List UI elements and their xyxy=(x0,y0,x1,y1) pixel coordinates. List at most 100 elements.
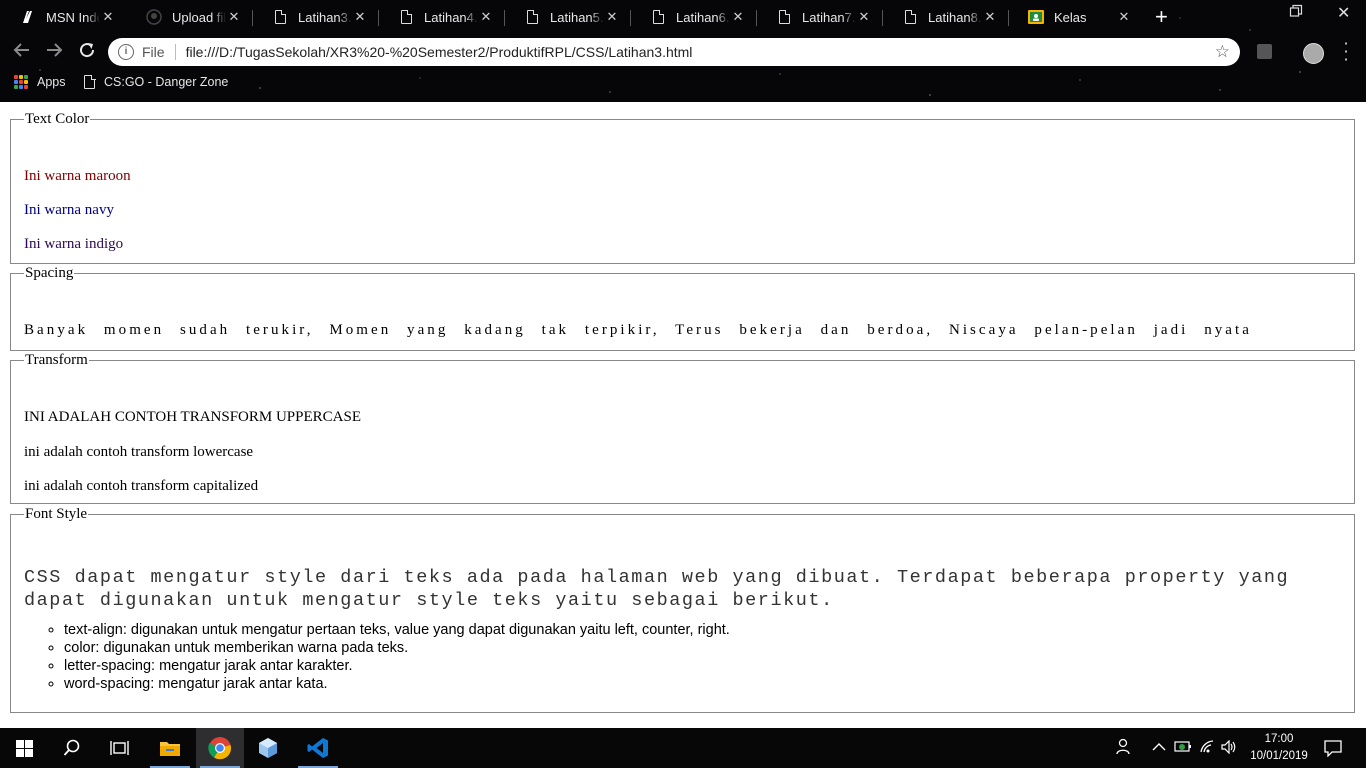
tab-close-icon[interactable]: ✕ xyxy=(100,9,116,25)
people-icon[interactable] xyxy=(1116,738,1134,760)
tab-separator xyxy=(1008,10,1009,26)
tab-label: MSN Indonesia xyxy=(46,9,100,25)
tab-label: Latihan8.html xyxy=(928,9,982,25)
tab-label: Latihan3.html xyxy=(298,9,352,25)
tab-close-icon[interactable]: ✕ xyxy=(352,9,368,25)
document-icon xyxy=(902,9,918,25)
browser-chrome: MSN Indonesia ✕ Upload files ✕ Latihan3.… xyxy=(0,0,1366,102)
tab-separator xyxy=(378,10,379,26)
profile-avatar[interactable] xyxy=(1303,43,1324,64)
tab-latihan7[interactable]: Latihan7.html ✕ xyxy=(756,0,882,34)
tab-close-icon[interactable]: ✕ xyxy=(730,9,746,25)
tab-latihan6[interactable]: Latihan6.html ✕ xyxy=(630,0,756,34)
indigo-text: Ini warna indigo xyxy=(24,236,124,252)
extension-icon[interactable] xyxy=(1257,44,1272,59)
chevron-up-icon[interactable] xyxy=(1152,740,1166,756)
info-icon[interactable]: i xyxy=(118,44,134,60)
wifi-icon[interactable] xyxy=(1199,740,1215,758)
tab-close-icon[interactable]: ✕ xyxy=(604,9,620,25)
tab-separator xyxy=(504,10,505,26)
bookmark-star-icon[interactable]: ☆ xyxy=(1215,42,1230,62)
legend-spacing: Spacing xyxy=(25,265,74,281)
battery-icon[interactable] xyxy=(1174,741,1192,757)
legend-transform: Transform xyxy=(25,352,88,368)
volume-icon[interactable] xyxy=(1221,739,1237,758)
tab-close-icon[interactable]: ✕ xyxy=(478,9,494,25)
maroon-text: Ini warna maroon xyxy=(24,168,131,184)
tab-label: Latihan6.html xyxy=(676,9,730,25)
bookmarks-bar: Apps CS:GO - Danger Zone xyxy=(0,72,1366,96)
lowercase-text: ini adalah contoh transform lowercase xyxy=(24,444,254,460)
tab-separator xyxy=(252,10,253,26)
address-divider xyxy=(174,44,176,60)
task-view-button[interactable] xyxy=(96,728,144,768)
tab-close-icon[interactable]: ✕ xyxy=(856,9,872,25)
start-button[interactable] xyxy=(0,728,48,768)
taskbar-vscode[interactable] xyxy=(294,728,342,768)
fieldset-spacing: Spacing Banyak momen sudah terukir, Mome… xyxy=(10,265,1355,351)
address-url[interactable]: file:///D:/TugasSekolah/XR3%20-%20Semest… xyxy=(186,44,1215,60)
legend-font-style: Font Style xyxy=(25,506,88,522)
taskbar-chrome[interactable] xyxy=(196,728,244,768)
file-explorer-icon xyxy=(160,742,180,756)
tab-label: Upload files xyxy=(172,9,226,25)
clock-time: 17:00 xyxy=(1264,733,1294,745)
tab-label: Latihan5.html xyxy=(550,9,604,25)
list-item: color: digunakan untuk memberikan warna … xyxy=(64,639,730,657)
tab-label: Kelas xyxy=(1054,9,1087,25)
search-icon xyxy=(63,739,80,756)
document-icon xyxy=(84,74,96,89)
new-tab-button[interactable]: + xyxy=(1155,6,1168,28)
search-button[interactable] xyxy=(48,728,96,768)
back-icon[interactable] xyxy=(10,41,34,63)
address-bar[interactable]: i File file:///D:/TugasSekolah/XR3%20-%2… xyxy=(108,38,1240,66)
github-icon xyxy=(146,9,162,25)
bookmark-csgo[interactable]: CS:GO - Danger Zone xyxy=(84,74,229,89)
font-style-paragraph: CSS dapat mengatur style dari teks ada p… xyxy=(24,567,1290,611)
tab-separator xyxy=(756,10,757,26)
tab-label: Latihan7.html xyxy=(802,9,856,25)
windows-taskbar: 17:00 10/01/2019 xyxy=(0,728,1366,768)
classroom-icon xyxy=(1028,9,1044,25)
tab-latihan3[interactable]: Latihan3.html ✕ xyxy=(252,0,378,34)
document-icon xyxy=(524,9,540,25)
property-list: text-align: digunakan untuk mengatur per… xyxy=(24,621,730,693)
clock-date: 10/01/2019 xyxy=(1250,750,1308,762)
spacing-text: Banyak momen sudah terukir, Momen yang k… xyxy=(24,322,1252,338)
list-item: word-spacing: mengatur jarak antar kata. xyxy=(64,675,730,693)
fieldset-text-color: Text Color Ini warna maroon Ini warna na… xyxy=(10,111,1355,264)
system-clock[interactable]: 17:00 10/01/2019 xyxy=(1247,731,1311,765)
notifications-icon[interactable] xyxy=(1324,739,1342,761)
reload-icon[interactable] xyxy=(75,41,99,63)
tab-upload-files[interactable]: Upload files ✕ xyxy=(126,0,252,34)
navy-text: Ini warna navy xyxy=(24,202,114,218)
chrome-icon xyxy=(208,737,232,760)
windows-logo-icon xyxy=(15,739,33,757)
tab-label: Latihan4.html xyxy=(424,9,478,25)
page-content: Text Color Ini warna maroon Ini warna na… xyxy=(0,102,1366,728)
tab-latihan5[interactable]: Latihan5.html ✕ xyxy=(504,0,630,34)
document-icon xyxy=(398,9,414,25)
tab-latihan8[interactable]: Latihan8.html ✕ xyxy=(882,0,1008,34)
list-item: text-align: digunakan untuk mengatur per… xyxy=(64,621,730,639)
apps-shortcut[interactable]: Apps xyxy=(14,75,66,89)
tab-latihan4[interactable]: Latihan4.html ✕ xyxy=(378,0,504,34)
capitalized-text: ini adalah contoh transform capitalized xyxy=(24,478,259,494)
bookmark-label: CS:GO - Danger Zone xyxy=(104,75,229,89)
3d-box-icon xyxy=(259,738,277,758)
fieldset-font-style: Font Style CSS dapat mengatur style dari… xyxy=(10,506,1355,713)
tab-msn[interactable]: MSN Indonesia ✕ xyxy=(0,0,126,34)
tab-close-icon[interactable]: ✕ xyxy=(226,9,242,25)
taskbar-3d-viewer[interactable] xyxy=(244,728,292,768)
apps-grid-icon xyxy=(14,75,28,89)
close-window-icon[interactable]: ✕ xyxy=(1337,3,1350,23)
tab-kelas[interactable]: Kelas ✕ xyxy=(1008,0,1142,34)
tab-close-icon[interactable]: ✕ xyxy=(982,9,998,25)
apps-label: Apps xyxy=(37,75,66,89)
restore-window-icon[interactable] xyxy=(1289,4,1303,21)
tab-close-icon[interactable]: ✕ xyxy=(1116,9,1132,25)
menu-dots-icon[interactable]: · · · xyxy=(1338,36,1354,68)
forward-icon[interactable] xyxy=(42,41,66,63)
taskbar-file-explorer[interactable] xyxy=(146,728,194,768)
vscode-icon xyxy=(307,738,328,758)
